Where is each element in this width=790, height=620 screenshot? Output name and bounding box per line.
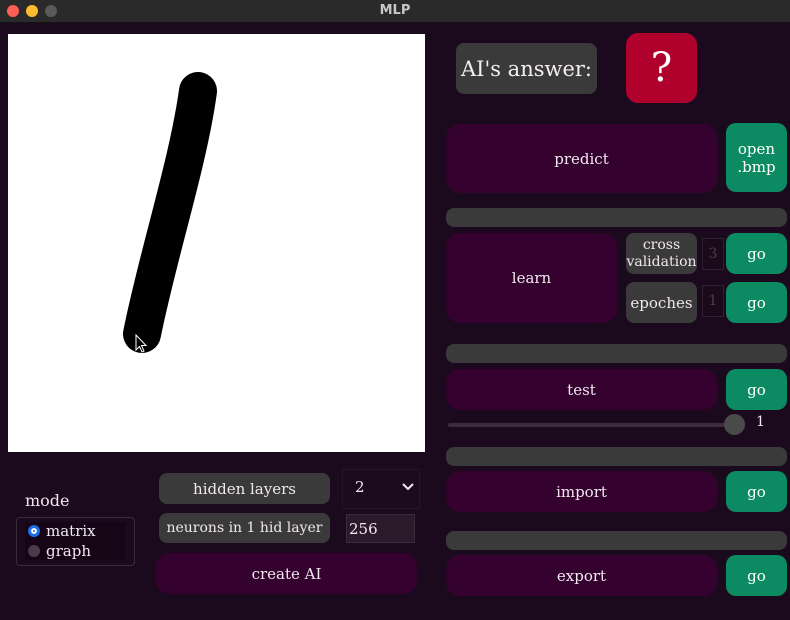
cross-validation-label: cross validation xyxy=(626,233,697,274)
export-button[interactable]: export xyxy=(446,555,717,596)
cross-validation-go-button[interactable]: go xyxy=(726,233,787,274)
test-go-button[interactable]: go xyxy=(726,369,787,410)
test-slider-track[interactable] xyxy=(448,423,738,427)
separator-bar xyxy=(446,344,787,363)
radio-selected-icon[interactable] xyxy=(28,525,40,537)
mode-option-graph[interactable]: graph xyxy=(28,542,91,560)
mode-option-matrix[interactable]: matrix xyxy=(28,522,96,540)
mode-option-label: graph xyxy=(46,542,91,560)
hidden-layers-select[interactable]: 2 xyxy=(342,469,420,509)
epoches-label: epoches xyxy=(626,282,697,323)
test-slider-value: 1 xyxy=(756,414,765,430)
predict-button[interactable]: predict xyxy=(446,124,717,193)
epoches-go-button[interactable]: go xyxy=(726,282,787,323)
mode-title: mode xyxy=(25,491,70,510)
hidden-layers-label: hidden layers xyxy=(159,473,330,504)
import-go-button[interactable]: go xyxy=(726,471,787,512)
chevron-down-icon[interactable] xyxy=(401,482,415,492)
drawn-digit-stroke xyxy=(123,72,217,353)
separator-bar xyxy=(446,531,787,550)
hidden-layers-value: 2 xyxy=(355,478,365,496)
radio-unselected-icon[interactable] xyxy=(28,545,40,557)
title-bar: MLP xyxy=(0,0,790,23)
mode-option-label: matrix xyxy=(46,522,96,540)
export-go-button[interactable]: go xyxy=(726,555,787,596)
create-ai-button[interactable]: create AI xyxy=(156,553,417,594)
ai-answer-label: AI's answer: xyxy=(456,43,597,94)
neurons-label: neurons in 1 hid layer xyxy=(159,513,330,543)
import-button[interactable]: import xyxy=(446,471,717,512)
separator-bar xyxy=(446,447,787,466)
ai-answer-value: ? xyxy=(626,33,697,103)
test-button[interactable]: test xyxy=(446,369,717,410)
window-title: MLP xyxy=(379,3,411,18)
neurons-input[interactable]: 256 xyxy=(346,514,415,543)
learn-button[interactable]: learn xyxy=(446,233,617,323)
cross-validation-value[interactable]: 3 xyxy=(702,238,724,270)
drawing-canvas[interactable] xyxy=(8,34,425,452)
test-slider-thumb[interactable] xyxy=(724,414,745,435)
epoches-value[interactable]: 1 xyxy=(702,285,724,317)
open-bmp-button[interactable]: open .bmp xyxy=(726,123,787,192)
separator-bar xyxy=(446,208,787,227)
